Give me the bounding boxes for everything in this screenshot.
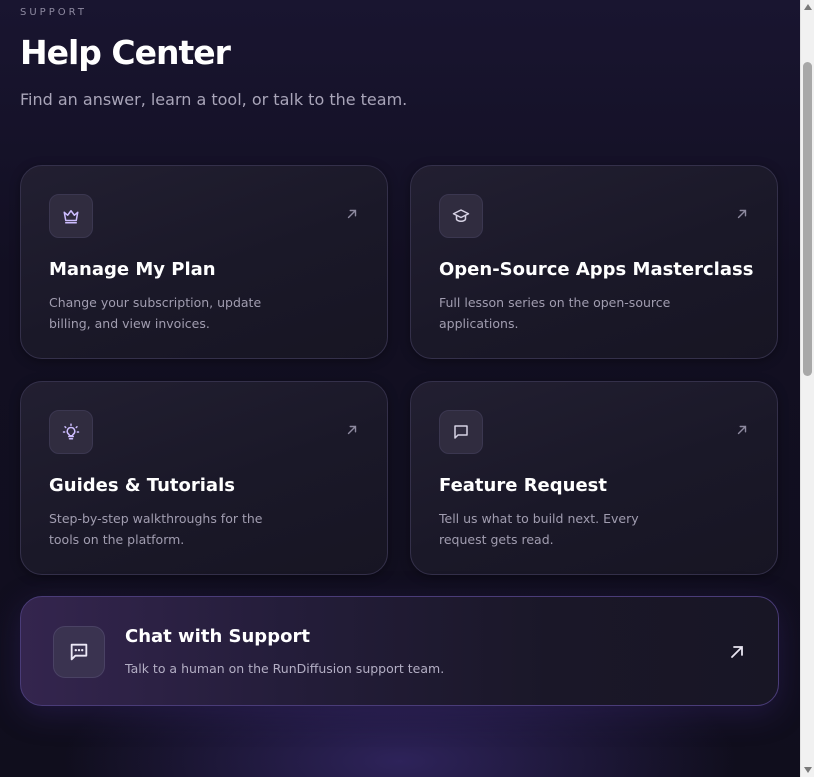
crown-icon (49, 194, 93, 238)
page-subtitle: Find an answer, learn a tool, or talk to… (20, 90, 408, 109)
card-title: Feature Request (439, 475, 607, 496)
card-description: Full lesson series on the open-source ap… (439, 295, 671, 331)
arrow-up-right-icon (731, 646, 743, 658)
card-title: Manage My Plan (49, 259, 216, 280)
vertical-scrollbar[interactable] (800, 0, 814, 777)
scrollbar-thumb[interactable] (803, 62, 812, 376)
chat-with-support-button[interactable]: Chat with Support Talk to a human on the… (20, 596, 779, 706)
chat-title: Chat with Support (125, 626, 310, 647)
message-square-icon (439, 410, 483, 454)
card-manage-my-plan[interactable]: Manage My Plan Change your subscription,… (20, 165, 388, 359)
card-guides-tutorials[interactable]: Guides & Tutorials Step-by-step walkthro… (20, 381, 388, 575)
chat-description: Talk to a human on the RunDiffusion supp… (125, 661, 445, 676)
page-title: Help Center (20, 33, 231, 72)
scroll-down-arrow-icon[interactable] (804, 767, 812, 773)
lightbulb-icon (49, 410, 93, 454)
card-open-source-masterclass[interactable]: Open-Source Apps Masterclass Full lesson… (410, 165, 778, 359)
arrow-up-right-icon (347, 425, 357, 435)
arrow-up-right-icon (347, 209, 357, 219)
card-title: Guides & Tutorials (49, 475, 235, 496)
graduation-cap-icon (439, 194, 483, 238)
help-center-page: SUPPORT Help Center Find an answer, lear… (0, 0, 800, 777)
card-title: Open-Source Apps Masterclass (439, 259, 754, 280)
scroll-up-arrow-icon[interactable] (804, 4, 812, 10)
card-description: Tell us what to build next. Every reques… (439, 511, 639, 547)
section-eyebrow: SUPPORT (20, 7, 87, 18)
arrow-up-right-icon (737, 209, 747, 219)
card-description: Step-by-step walkthroughs for the tools … (49, 511, 263, 547)
card-feature-request[interactable]: Feature Request Tell us what to build ne… (410, 381, 778, 575)
chat-bubble-icon (53, 626, 105, 678)
card-description: Change your subscription, update billing… (49, 295, 262, 331)
arrow-up-right-icon (737, 425, 747, 435)
